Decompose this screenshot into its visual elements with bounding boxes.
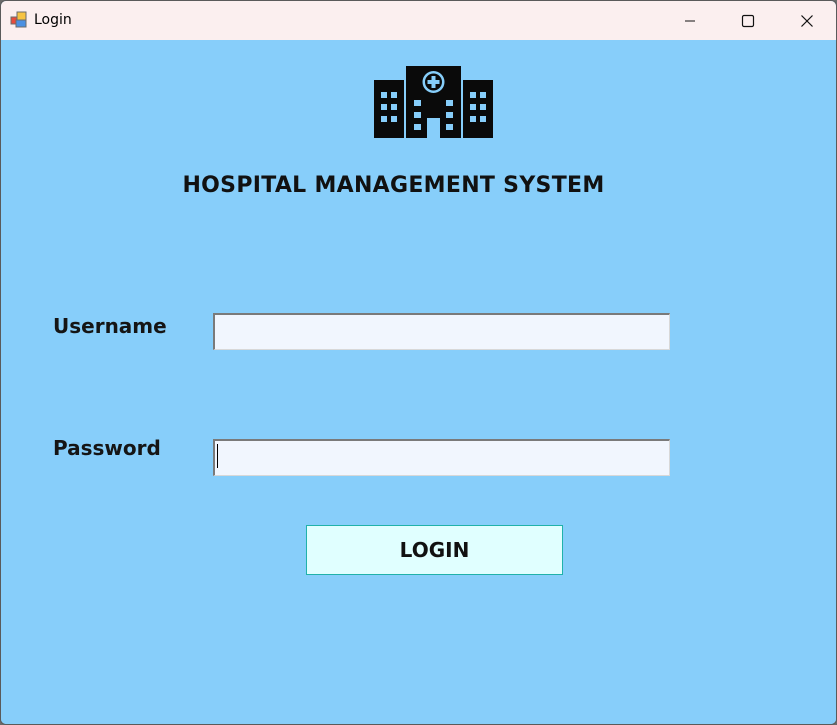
text-caret xyxy=(217,444,218,468)
app-icon xyxy=(10,11,27,28)
hospital-building-icon xyxy=(374,66,493,138)
password-input[interactable] xyxy=(213,439,670,476)
window-title: Login xyxy=(34,12,72,28)
maximize-button[interactable] xyxy=(719,1,777,40)
login-button[interactable]: LOGIN xyxy=(306,525,563,575)
app-heading: HOSPITAL MANAGEMENT SYSTEM xyxy=(182,173,605,198)
minimize-button[interactable] xyxy=(661,1,719,40)
password-label: Password xyxy=(53,436,161,460)
title-bar[interactable]: Login xyxy=(1,1,836,40)
username-label: Username xyxy=(53,314,167,338)
close-icon xyxy=(801,14,813,27)
username-input[interactable] xyxy=(213,313,670,350)
minimize-icon xyxy=(685,20,695,21)
login-form-panel: HOSPITAL MANAGEMENT SYSTEM Username Pass… xyxy=(1,40,836,724)
close-button[interactable] xyxy=(778,1,836,40)
maximize-icon xyxy=(741,14,755,27)
login-window: Login HOSPITAL MANAGEMENT SYSTEM Usernam… xyxy=(0,0,837,725)
